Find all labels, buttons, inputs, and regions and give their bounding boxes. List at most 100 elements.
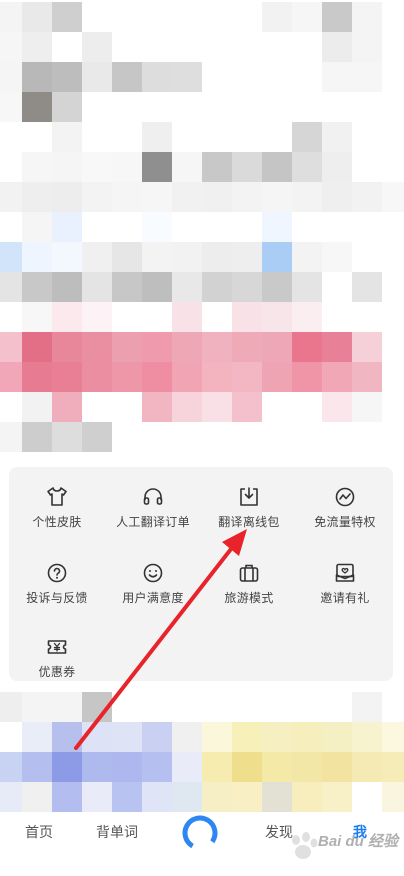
mosaic-cell bbox=[202, 752, 232, 782]
tool-offline-package[interactable]: 翻译离线包 bbox=[201, 483, 297, 543]
mosaic-cell bbox=[292, 242, 322, 272]
mosaic-cell bbox=[112, 182, 142, 212]
mosaic-cell bbox=[52, 152, 82, 182]
mosaic-cell bbox=[142, 332, 172, 362]
tool-coupon[interactable]: 优惠券 bbox=[9, 633, 105, 693]
mosaic-cell bbox=[52, 422, 82, 452]
mosaic-cell bbox=[292, 212, 322, 242]
mosaic-cell bbox=[142, 722, 172, 752]
mosaic-cell bbox=[52, 782, 82, 812]
mosaic-cell bbox=[262, 272, 292, 302]
mosaic-cell bbox=[202, 692, 232, 722]
mosaic-cell bbox=[82, 2, 112, 32]
mosaic-cell bbox=[112, 62, 142, 92]
mosaic-cell bbox=[52, 2, 82, 32]
mosaic-cell bbox=[232, 392, 262, 422]
mosaic-cell bbox=[112, 32, 142, 62]
tool-travel-mode[interactable]: 旅游模式 bbox=[201, 559, 297, 619]
mosaic-cell bbox=[112, 782, 142, 812]
mosaic-cell bbox=[0, 422, 22, 452]
center-circle-button[interactable] bbox=[181, 814, 219, 852]
mosaic-cell bbox=[202, 32, 232, 62]
mosaic-cell bbox=[172, 302, 202, 332]
mosaic-cell bbox=[52, 272, 82, 302]
mosaic-cell bbox=[232, 182, 262, 212]
mosaic-cell bbox=[202, 182, 232, 212]
mosaic-cell bbox=[52, 332, 82, 362]
tools-panel: 个性皮肤 人工翻译订单 翻译离线包 免流量特权 投诉与反馈 用户满意度 旅游模式… bbox=[9, 467, 393, 681]
mosaic-cell bbox=[112, 692, 142, 722]
mosaic-cell bbox=[172, 422, 202, 452]
mosaic-cell bbox=[382, 392, 404, 422]
mosaic-cell bbox=[172, 332, 202, 362]
tab-words[interactable]: 背单词 bbox=[96, 822, 138, 842]
mosaic-cell bbox=[352, 62, 382, 92]
mosaic-cell bbox=[82, 362, 112, 392]
mosaic-cell bbox=[262, 362, 292, 392]
mosaic-cell bbox=[142, 362, 172, 392]
tool-label: 个性皮肤 bbox=[32, 515, 82, 529]
tshirt-icon bbox=[47, 487, 67, 506]
mosaic-cell bbox=[202, 152, 232, 182]
tab-home[interactable]: 首页 bbox=[25, 822, 53, 842]
mosaic-cell bbox=[22, 332, 52, 362]
tool-skin[interactable]: 个性皮肤 bbox=[9, 483, 105, 543]
mosaic-cell bbox=[352, 212, 382, 242]
gift-envelope-icon bbox=[335, 563, 355, 582]
mosaic-cell bbox=[22, 212, 52, 242]
mosaic-cell bbox=[382, 362, 404, 392]
mosaic-cell bbox=[382, 422, 404, 452]
mosaic-cell bbox=[382, 62, 404, 92]
mosaic-cell bbox=[292, 722, 322, 752]
mosaic-cell bbox=[112, 392, 142, 422]
mosaic-cell bbox=[322, 692, 352, 722]
tool-label: 翻译离线包 bbox=[218, 515, 280, 529]
mosaic-cell bbox=[322, 152, 352, 182]
mosaic-cell bbox=[82, 182, 112, 212]
tool-satisfaction[interactable]: 用户满意度 bbox=[105, 559, 201, 619]
tool-human-translation-orders[interactable]: 人工翻译订单 bbox=[105, 483, 201, 543]
mosaic-cell bbox=[202, 212, 232, 242]
mosaic-cell bbox=[382, 752, 404, 782]
mosaic-cell bbox=[202, 2, 232, 32]
mosaic-cell bbox=[292, 392, 322, 422]
mosaic-cell bbox=[202, 332, 232, 362]
mosaic-cell bbox=[382, 242, 404, 272]
mosaic-cell bbox=[142, 242, 172, 272]
mosaic-cell bbox=[322, 272, 352, 302]
mosaic-cell bbox=[22, 152, 52, 182]
mosaic-cell bbox=[322, 752, 352, 782]
tool-feedback[interactable]: 投诉与反馈 bbox=[9, 559, 105, 619]
mosaic-cell bbox=[262, 2, 292, 32]
mosaic-cell bbox=[0, 392, 22, 422]
mosaic-cell bbox=[322, 392, 352, 422]
mosaic-cell bbox=[112, 302, 142, 332]
mosaic-cell bbox=[52, 32, 82, 62]
mosaic-cell bbox=[172, 2, 202, 32]
mosaic-cell bbox=[322, 122, 352, 152]
mosaic-cell bbox=[172, 242, 202, 272]
mosaic-cell bbox=[22, 692, 52, 722]
mosaic-cell bbox=[82, 32, 112, 62]
mosaic-cell bbox=[232, 32, 262, 62]
mosaic-cell bbox=[112, 2, 142, 32]
mosaic-cell bbox=[352, 242, 382, 272]
mosaic-cell bbox=[262, 92, 292, 122]
tool-data-free[interactable]: 免流量特权 bbox=[297, 483, 393, 543]
mosaic-cell bbox=[0, 272, 22, 302]
mosaic-cell bbox=[172, 32, 202, 62]
tool-invite[interactable]: 邀请有礼 bbox=[297, 559, 393, 619]
mosaic-cell bbox=[22, 362, 52, 392]
mosaic-cell bbox=[0, 62, 22, 92]
mosaic-cell bbox=[0, 2, 22, 32]
mosaic-cell bbox=[232, 422, 262, 452]
mosaic-cell bbox=[232, 242, 262, 272]
mosaic-cell bbox=[352, 362, 382, 392]
mosaic-cell bbox=[232, 752, 262, 782]
tool-label: 人工翻译订单 bbox=[116, 515, 190, 529]
mosaic-cell bbox=[262, 242, 292, 272]
mosaic-cell bbox=[352, 722, 382, 752]
mosaic-cell bbox=[202, 122, 232, 152]
mosaic-cell bbox=[262, 152, 292, 182]
coupon-icon bbox=[47, 640, 67, 654]
